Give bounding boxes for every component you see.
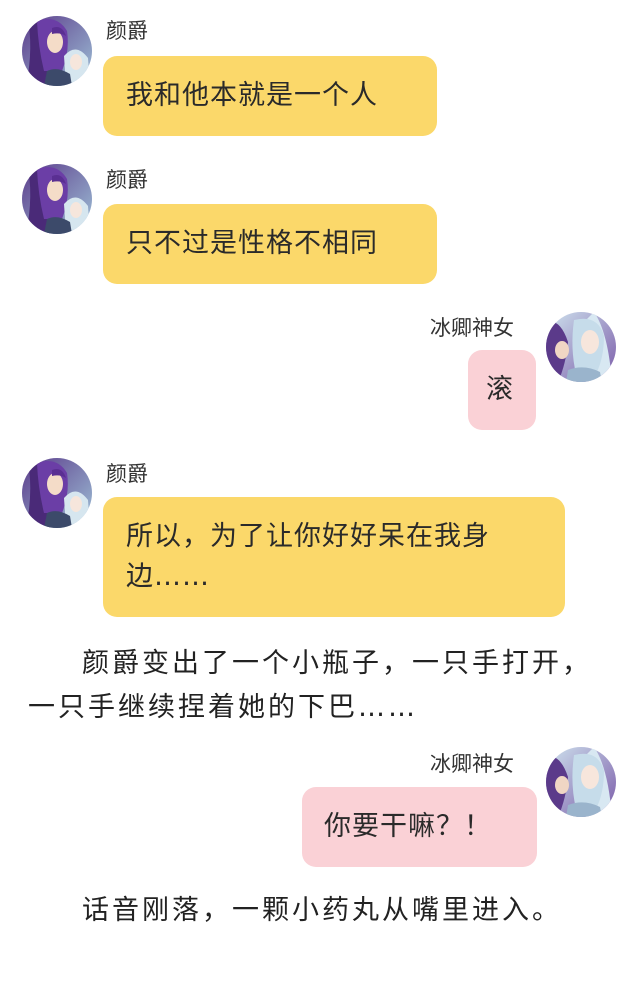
sender-name: 颜爵 xyxy=(106,462,148,486)
avatar-yanjue[interactable] xyxy=(22,16,92,86)
message-bubble[interactable]: 我和他本就是一个人 xyxy=(103,56,437,136)
sender-name: 颜爵 xyxy=(106,168,148,192)
sender-name: 冰卿神女 xyxy=(430,316,514,340)
sender-name: 颜爵 xyxy=(106,19,148,43)
narration-text: 颜爵变出了一个小瓶子，一只手打开，一只手继续捏着她的下巴…… xyxy=(28,648,592,723)
message-bubble[interactable]: 只不过是性格不相同 xyxy=(103,204,437,284)
message-bubble[interactable]: 滚 xyxy=(468,350,536,430)
avatar-bingqing[interactable] xyxy=(546,312,616,382)
sender-name: 冰卿神女 xyxy=(430,752,514,776)
narration-text: 话音刚落，一颗小药丸从嘴里进入。 xyxy=(82,895,562,926)
message-bubble[interactable]: 你要干嘛？！ xyxy=(302,787,537,867)
message-bubble[interactable]: 所以，为了让你好好呆在我身边…… xyxy=(103,497,565,617)
avatar-yanjue[interactable] xyxy=(22,164,92,234)
avatar-bingqing[interactable] xyxy=(546,747,616,817)
avatar-yanjue[interactable] xyxy=(22,458,92,528)
